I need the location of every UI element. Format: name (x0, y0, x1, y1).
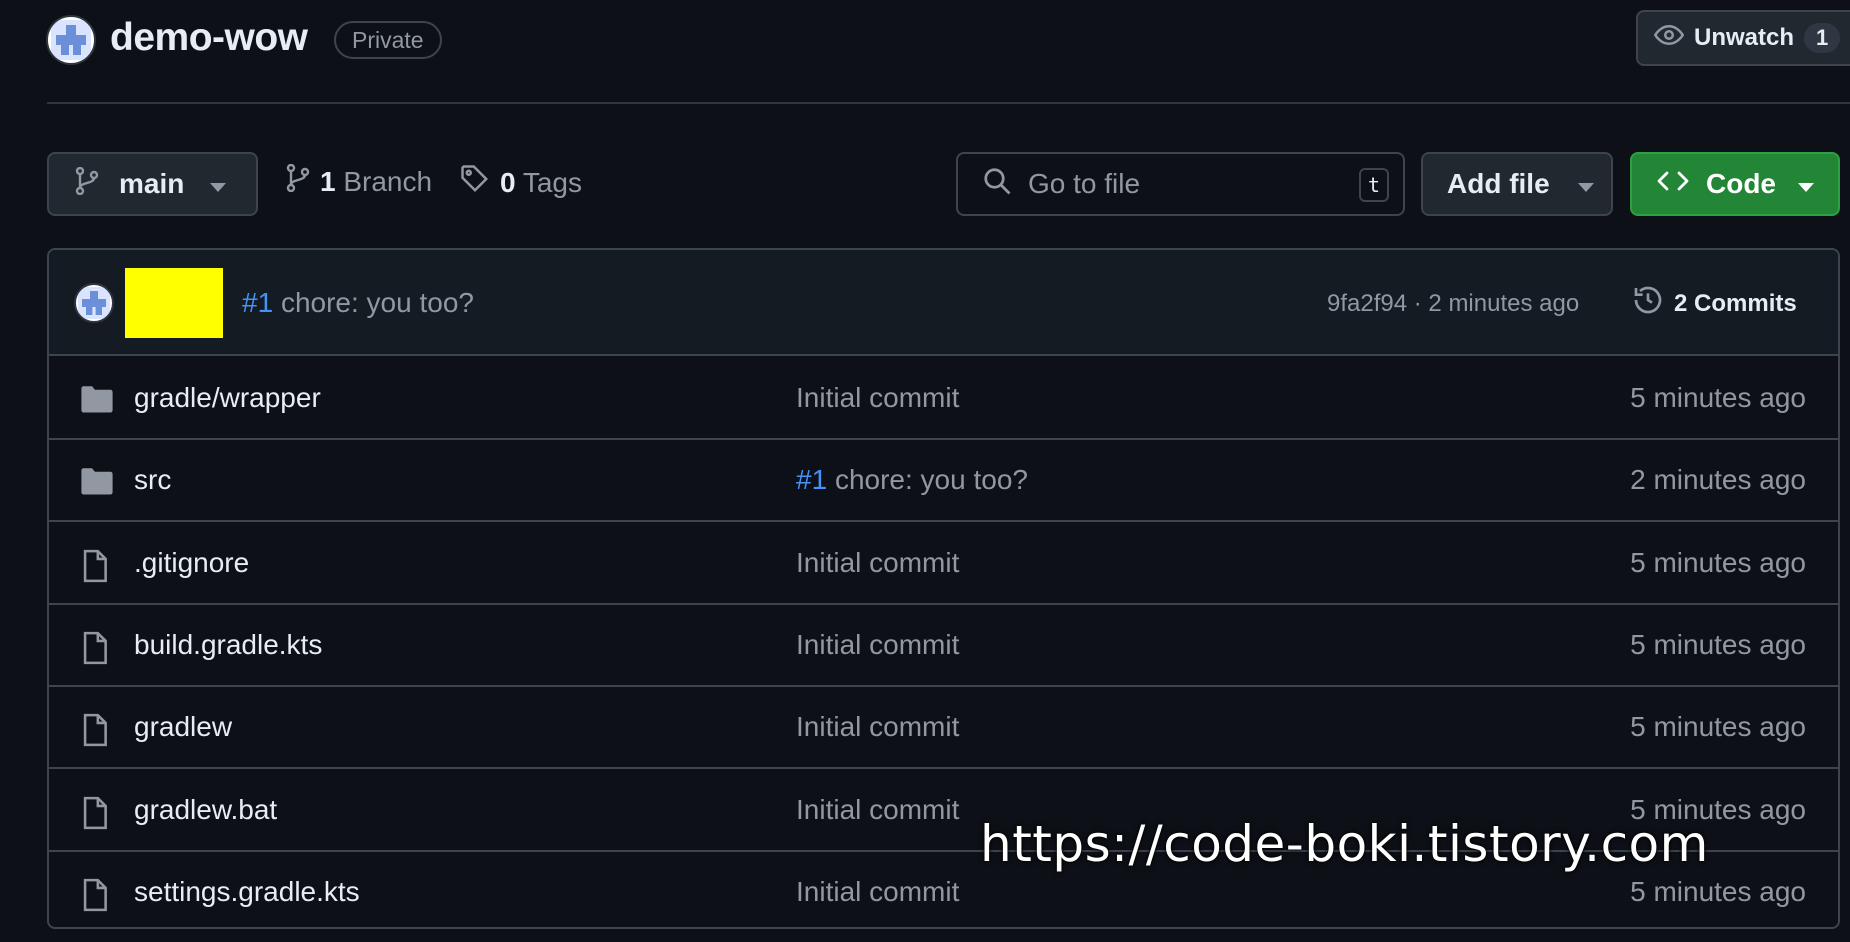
redacted-author (125, 268, 223, 338)
search-icon (982, 166, 1012, 203)
file-icon (80, 796, 114, 830)
watch-count: 1 (1804, 23, 1841, 53)
file-commit-text[interactable]: Initial commit (796, 547, 959, 578)
commits-history-link[interactable]: 2 Commits (1632, 284, 1797, 323)
folder-icon (80, 384, 114, 418)
author-avatar[interactable] (74, 283, 114, 323)
commit-time: 2 minutes ago (1428, 290, 1580, 317)
code-icon (1656, 168, 1690, 200)
file-commit-time: 2 minutes ago (1630, 464, 1806, 496)
tag-icon (460, 164, 490, 201)
watermark-text: https://code-boki.tistory.com (980, 815, 1709, 873)
meta-separator: · (1413, 290, 1422, 317)
visibility-badge: Private (334, 21, 442, 59)
keyboard-shortcut-hint: t (1359, 168, 1389, 202)
tags-link[interactable]: 0 Tags (460, 164, 582, 201)
go-to-file-placeholder: Go to file (1028, 168, 1141, 199)
file-row[interactable]: src #1 chore: you too? 2 minutes ago (49, 440, 1838, 523)
eye-icon (1653, 20, 1685, 57)
file-row[interactable]: gradle/wrapper Initial commit 5 minutes ag… (49, 358, 1838, 440)
pr-link[interactable]: #1 (796, 464, 827, 495)
add-file-button[interactable]: Add file (1421, 152, 1613, 216)
chevron-down-icon (210, 168, 227, 200)
file-commit-message[interactable]: Initial commit (796, 794, 959, 826)
branch-selector-button[interactable]: main (47, 152, 258, 216)
repo-avatar[interactable] (46, 15, 96, 65)
branch-name: main (119, 168, 185, 199)
unwatch-button[interactable]: Unwatch 1 (1636, 10, 1850, 66)
file-commit-text[interactable]: Initial commit (796, 711, 959, 742)
chevron-down-icon (1577, 168, 1594, 200)
file-commit-message[interactable]: Initial commit (796, 711, 959, 743)
file-commit-time: 5 minutes ago (1630, 382, 1806, 413)
file-row[interactable]: .gitignore Initial commit 5 minutes ago (49, 523, 1838, 605)
branch-count: 1 (320, 165, 336, 197)
file-commit-time: 5 minutes ago (1630, 711, 1806, 743)
tag-count: 0 (500, 166, 516, 198)
latest-commit-bar: #1 chore: you too? 9fa2f94 · 2 minutes a… (49, 250, 1838, 356)
branch-label: Branch (343, 165, 433, 197)
commits-count: 2 (1674, 289, 1688, 317)
file-name-link[interactable]: gradlew (134, 711, 232, 743)
tag-label: Tags (522, 166, 583, 198)
code-button[interactable]: Code (1630, 152, 1840, 216)
unwatch-label: Unwatch (1694, 24, 1795, 51)
git-branch-icon (75, 166, 99, 202)
folder-icon (80, 466, 114, 500)
go-to-file-input[interactable]: Go to file t (956, 152, 1405, 216)
chevron-down-icon (1798, 168, 1814, 200)
history-icon (1632, 284, 1664, 323)
file-icon (80, 878, 114, 912)
file-name-link[interactable]: gradle/wrapper (134, 382, 321, 414)
file-commit-message[interactable]: Initial commit (796, 547, 959, 579)
file-name-link[interactable]: build.gradle.kts (134, 629, 322, 661)
file-commit-text[interactable]: Initial commit (796, 629, 959, 660)
file-commit-text[interactable]: Initial commit (796, 876, 959, 907)
latest-commit-message[interactable]: #1 chore: you too? (242, 287, 474, 319)
file-commit-time: 5 minutes ago (1630, 875, 1806, 907)
file-row[interactable]: build.gradle.kts Initial commit 5 minutes … (49, 605, 1838, 687)
add-file-label: Add file (1447, 168, 1550, 199)
pr-link[interactable]: #1 (242, 287, 273, 318)
code-label: Code (1706, 168, 1776, 199)
header-divider (47, 102, 1850, 104)
file-commit-message[interactable]: #1 chore: you too? (796, 464, 1028, 496)
file-commit-text[interactable]: chore: you too? (835, 464, 1028, 495)
file-commit-message[interactable]: Initial commit (796, 876, 959, 908)
file-row[interactable]: gradlew Initial commit 5 minutes ago (49, 687, 1838, 770)
file-commit-message[interactable]: Initial commit (796, 382, 959, 414)
file-icon (80, 713, 114, 747)
repo-name[interactable]: demo-wow (110, 16, 308, 60)
file-name-link[interactable]: .gitignore (134, 547, 249, 579)
branches-link[interactable]: 1 Branch (286, 163, 433, 199)
commit-message-text[interactable]: chore: you too? (281, 287, 474, 318)
file-name-link[interactable]: gradlew.bat (134, 794, 277, 826)
commits-label: Commits (1694, 289, 1797, 317)
git-branch-icon (286, 163, 310, 199)
commit-meta: 9fa2f94 · 2 minutes ago (1327, 290, 1579, 318)
file-name-link[interactable]: src (134, 464, 171, 496)
file-commit-text[interactable]: Initial commit (796, 382, 959, 413)
file-commit-time: 5 minutes ago (1630, 628, 1806, 660)
file-commit-message[interactable]: Initial commit (796, 629, 959, 661)
commit-hash[interactable]: 9fa2f94 (1327, 290, 1407, 317)
file-icon (80, 631, 114, 665)
file-commit-time: 5 minutes ago (1630, 546, 1806, 578)
file-commit-text[interactable]: Initial commit (796, 794, 959, 825)
file-icon (80, 549, 114, 583)
file-name-link[interactable]: settings.gradle.kts (134, 876, 360, 908)
